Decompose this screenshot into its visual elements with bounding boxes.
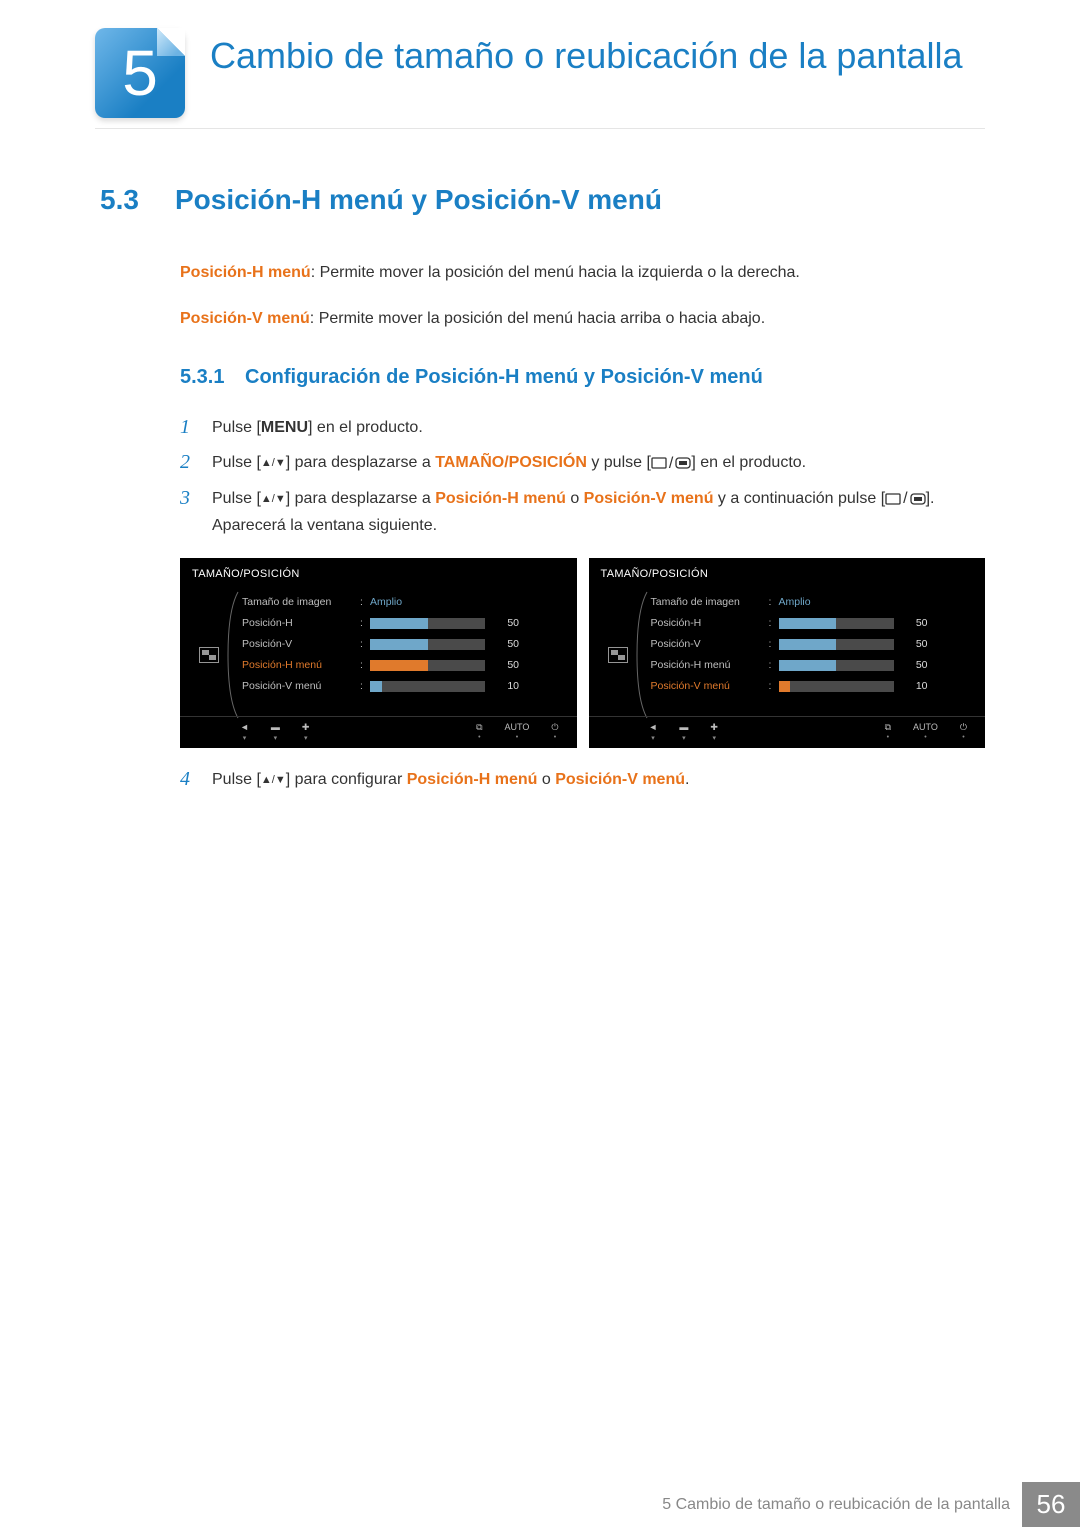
up-down-icon: ▲/▼ [261, 771, 286, 790]
osd-row-value: 10 [904, 680, 928, 692]
nav-left-icon: ◄▾ [240, 723, 249, 742]
step-number: 2 [180, 449, 212, 477]
source-icon: ⧉• [885, 723, 891, 742]
osd-row-value: 50 [495, 638, 519, 650]
section-heading: 5.3 Posición-H menú y Posición-V menú [100, 184, 985, 216]
osd-slider [370, 639, 485, 650]
osd-row: Posición-H menú: 50 [651, 655, 974, 676]
osd-row: Posición-H menú: 50 [242, 655, 565, 676]
step-text: Pulse [▲/▼] para desplazarse a TAMAÑO/PO… [212, 449, 985, 477]
plus-icon: ✚▾ [302, 723, 310, 742]
osd-row-value: 50 [904, 638, 928, 650]
up-down-icon: ▲/▼ [261, 454, 286, 473]
chapter-title: Cambio de tamaño o reubicación de la pan… [210, 28, 962, 77]
minus-icon: ▬▾ [679, 723, 688, 742]
osd-row: Posición-V menú: 10 [651, 676, 974, 697]
subsection-heading: 5.3.1 Configuración de Posición-H menú y… [100, 366, 985, 389]
osd-row-label: Posición-V menú [242, 680, 360, 692]
size-position-icon [192, 592, 226, 663]
section-number: 5.3 [100, 184, 175, 216]
nav-left-icon: ◄▾ [649, 723, 658, 742]
osd-row: Posición-H: 50 [651, 613, 974, 634]
step-text: Pulse [▲/▼] para configurar Posición-H m… [212, 766, 985, 793]
osd-slider [779, 639, 894, 650]
osd-slider [779, 618, 894, 629]
osd-panels: TAMAÑO/POSICIÓN Tamaño de imagen:AmplioP… [180, 558, 985, 748]
size-position-icon [601, 592, 635, 663]
osd-slider [370, 660, 485, 671]
source-icon: ⧉• [476, 723, 482, 742]
up-down-icon: ▲/▼ [261, 490, 286, 509]
steps-list: 1 Pulse [MENU] en el producto. 2 Pulse [… [100, 414, 985, 540]
step-text: Pulse [MENU] en el producto. [212, 414, 985, 441]
footer-page-number: 56 [1022, 1482, 1080, 1527]
osd-slider [370, 618, 485, 629]
source-enter-icon: / [651, 450, 691, 477]
osd-row-label: Posición-H menú [242, 659, 360, 671]
intro-h-label: Posición-H menú [180, 264, 311, 281]
osd-slider [779, 681, 894, 692]
minus-icon: ▬▾ [271, 723, 280, 742]
subsection-number: 5.3.1 [180, 366, 245, 389]
osd-row-label: Posición-H menú [651, 659, 769, 671]
step-number: 1 [180, 414, 212, 441]
osd-title: TAMAÑO/POSICIÓN [601, 568, 974, 580]
osd-row-label: Posición-H [651, 617, 769, 629]
intro-h-text: : Permite mover la posición del menú hac… [311, 264, 800, 281]
chapter-header: 5 Cambio de tamaño o reubicación de la p… [95, 0, 985, 129]
osd-row-label: Posición-V [651, 638, 769, 650]
power-icon: ⏻• [960, 723, 967, 742]
osd-row-label: Posición-H [242, 617, 360, 629]
osd-slider [370, 681, 485, 692]
step-number: 4 [180, 766, 212, 793]
section-intro: Posición-H menú: Permite mover la posici… [100, 261, 985, 331]
page-footer: 5 Cambio de tamaño o reubicación de la p… [0, 1482, 1080, 1527]
osd-row-value: Amplio [779, 596, 811, 608]
step-text: Pulse [▲/▼] para desplazarse a Posición-… [212, 485, 985, 540]
osd-row-label: Tamaño de imagen [242, 596, 360, 608]
osd-panel-right: TAMAÑO/POSICIÓN Tamaño de imagen:AmplioP… [589, 558, 986, 748]
osd-panel-left: TAMAÑO/POSICIÓN Tamaño de imagen:AmplioP… [180, 558, 577, 748]
osd-row-value: 50 [495, 617, 519, 629]
intro-v-label: Posición-V menú [180, 310, 310, 327]
footer-label: 5 Cambio de tamaño o reubicación de la p… [662, 1482, 1022, 1527]
osd-row-label: Tamaño de imagen [651, 596, 769, 608]
osd-row-value: 50 [904, 659, 928, 671]
auto-label: AUTO• [913, 723, 938, 742]
osd-slider [779, 660, 894, 671]
source-enter-icon: / [885, 485, 925, 512]
osd-row: Posición-V menú: 10 [242, 676, 565, 697]
auto-label: AUTO• [505, 723, 530, 742]
osd-row: Posición-H: 50 [242, 613, 565, 634]
chapter-number: 5 [95, 28, 185, 118]
osd-row-value: Amplio [370, 596, 402, 608]
step-number: 3 [180, 485, 212, 540]
osd-row-value: 10 [495, 680, 519, 692]
steps-list-cont: 4 Pulse [▲/▼] para configurar Posición-H… [100, 766, 985, 793]
osd-title: TAMAÑO/POSICIÓN [192, 568, 565, 580]
intro-v-text: : Permite mover la posición del menú hac… [310, 310, 765, 327]
subsection-title: Configuración de Posición-H menú y Posic… [245, 366, 763, 389]
power-icon: ⏻• [551, 723, 558, 742]
osd-row: Tamaño de imagen:Amplio [651, 592, 974, 613]
osd-row-value: 50 [904, 617, 928, 629]
plus-icon: ✚▾ [710, 723, 718, 742]
osd-row: Tamaño de imagen:Amplio [242, 592, 565, 613]
osd-row-label: Posición-V [242, 638, 360, 650]
chapter-badge: 5 [95, 28, 185, 118]
osd-row: Posición-V: 50 [651, 634, 974, 655]
section-title: Posición-H menú y Posición-V menú [175, 184, 662, 216]
osd-row-value: 50 [495, 659, 519, 671]
osd-row: Posición-V: 50 [242, 634, 565, 655]
osd-footer: ◄▾ ▬▾ ✚▾ ⧉• AUTO• ⏻• [180, 716, 577, 744]
osd-footer: ◄▾ ▬▾ ✚▾ ⧉• AUTO• ⏻• [589, 716, 986, 744]
osd-row-label: Posición-V menú [651, 680, 769, 692]
